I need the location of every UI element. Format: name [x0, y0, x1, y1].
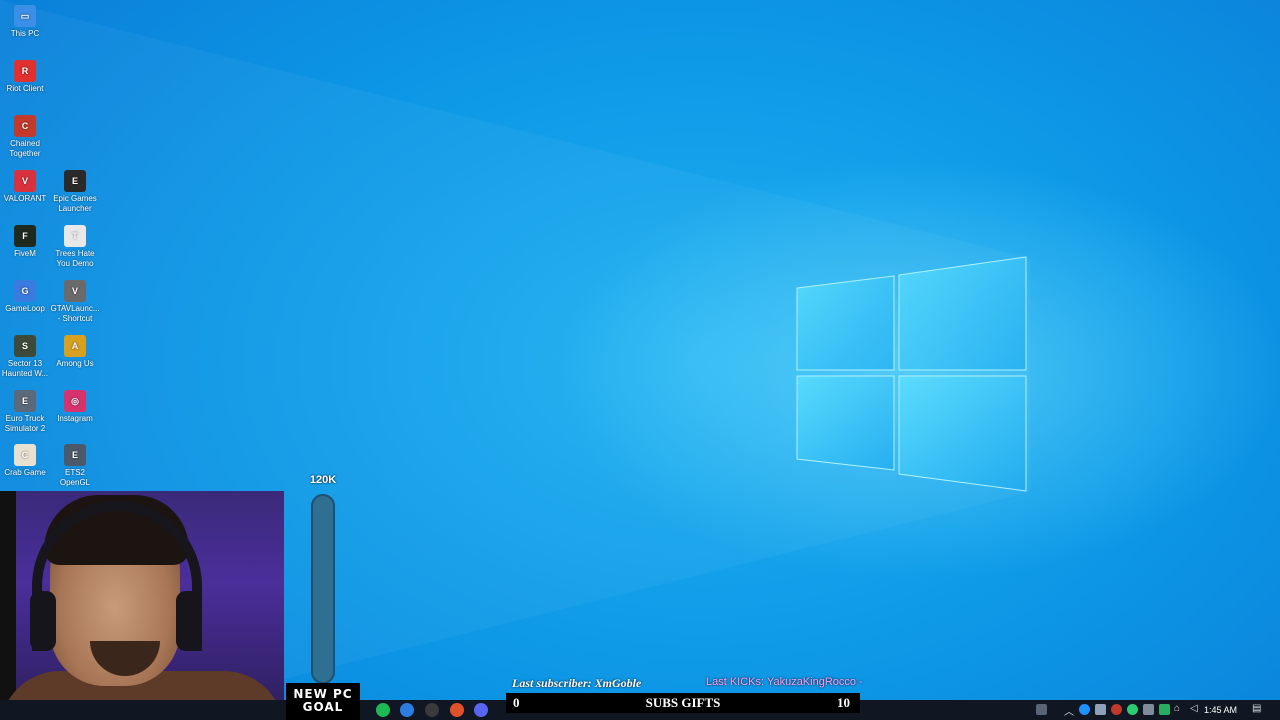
headphone-cup-left [30, 591, 56, 651]
obs-icon[interactable] [425, 703, 439, 717]
edge-tray-icon[interactable] [1079, 704, 1090, 715]
app-icon: G [14, 280, 36, 302]
brave-icon[interactable] [450, 703, 464, 717]
desktop-icon-crab-game[interactable]: C Crab Game [0, 444, 50, 478]
desktop-icon-gtavlaunc-shortcut[interactable]: V GTAVLaunc... - Shortcut [50, 280, 100, 324]
desktop-icon-label: This PC [10, 29, 40, 38]
app-icon: R [14, 60, 36, 82]
goal-amount: 120K [309, 474, 337, 486]
subs-gifts-bar: SUBS GIFTS 0 10 [506, 693, 860, 713]
desktop-icon-ets2-opengl[interactable]: E ETS2 OpenGL [50, 444, 100, 488]
app-icon: ◎ [64, 390, 86, 412]
desktop-icon-label: GTAVLaunc... - Shortcut [50, 304, 100, 323]
desktop-icon-label: Riot Client [6, 84, 44, 93]
app-icon: C [14, 115, 36, 137]
last-subscriber-text: Last subscriber: XmGoble [512, 676, 642, 690]
app-icon: C [14, 444, 36, 466]
tray-app-icon[interactable] [1095, 704, 1106, 715]
subs-gifts-target: 10 [837, 695, 850, 710]
store-icon[interactable] [400, 703, 414, 717]
desktop-icon-label: Crab Game [4, 468, 46, 477]
discord-icon[interactable] [474, 703, 488, 717]
desktop-icon-label: GameLoop [5, 304, 45, 313]
desktop-icon-label: Trees Hate You Demo [55, 249, 95, 268]
desktop-icon-label: Among Us [56, 359, 94, 368]
goal-progress-bar [311, 494, 335, 684]
app-icon: ▭ [14, 5, 36, 27]
desktop-icon-gameloop[interactable]: G GameLoop [0, 280, 50, 314]
desktop-icon-epic-games-launcher[interactable]: E Epic Games Launcher [50, 170, 100, 214]
app-icon: E [64, 170, 86, 192]
desktop-icon-valorant[interactable]: V VALORANT [0, 170, 50, 204]
app-icon: E [14, 390, 36, 412]
app-icon: A [64, 335, 86, 357]
keyboard-icon[interactable] [1036, 704, 1047, 715]
network-icon[interactable]: ⌂ [1174, 703, 1180, 714]
goal-label-line2: GOAL [302, 700, 344, 714]
subs-gifts-current: 0 [513, 695, 520, 710]
desktop-icon-label: Epic Games Launcher [53, 194, 97, 213]
app-icon: V [14, 170, 36, 192]
desktop-icon-label: Sector 13 Haunted W... [1, 359, 49, 378]
webcam-background [0, 491, 16, 720]
desktop-icon-riot-client[interactable]: R Riot Client [0, 60, 50, 94]
spotify-icon[interactable] [376, 703, 390, 717]
app-icon: E [64, 444, 86, 466]
subs-gifts-title: SUBS GIFTS [645, 695, 721, 710]
app-icon: T [64, 225, 86, 247]
app-icon: F [14, 225, 36, 247]
desktop-icon-label: Chained Together [9, 139, 41, 158]
taskbar-clock[interactable]: 1:45 AM [1204, 705, 1237, 715]
notification-icon[interactable]: ▤ [1252, 703, 1261, 714]
desktop-icon-trees-hate-you-demo[interactable]: T Trees Hate You Demo [50, 225, 100, 269]
desktop-icon-chained-together[interactable]: C Chained Together [0, 115, 50, 159]
headphone-cup-right [176, 591, 202, 651]
desktop-icon-label: FiveM [14, 249, 36, 258]
webcam-feed [0, 491, 284, 720]
desktop-icon-label: Euro Truck Simulator 2 [4, 414, 46, 433]
chevron-up-icon[interactable]: ︿ [1064, 703, 1074, 718]
desktop-icon-fivem[interactable]: F FiveM [0, 225, 50, 259]
desktop-icon-instagram[interactable]: ◎ Instagram [50, 390, 100, 424]
desktop-icon-this-pc[interactable]: ▭ This PC [0, 5, 50, 39]
desktop-icon-label: ETS2 OpenGL [59, 468, 91, 487]
status-tray-icon[interactable] [1127, 704, 1138, 715]
last-kicks-text: Last KICKs: YakuzaKingRocco - [706, 676, 863, 688]
desktop-icon-label: Instagram [57, 414, 93, 423]
desktop-icon-euro-truck-simulator-2[interactable]: E Euro Truck Simulator 2 [0, 390, 50, 434]
goal-label: NEW PC GOAL [286, 683, 360, 720]
desktop-icon-among-us[interactable]: A Among Us [50, 335, 100, 369]
desktop-icon-sector-13-haunted-w[interactable]: S Sector 13 Haunted W... [0, 335, 50, 379]
tray-generic-icon[interactable] [1143, 704, 1154, 715]
desktop-icon-label: VALORANT [3, 194, 47, 203]
riot-tray-icon[interactable] [1111, 704, 1122, 715]
app-icon: S [14, 335, 36, 357]
app-icon: V [64, 280, 86, 302]
nvidia-tray-icon[interactable] [1159, 704, 1170, 715]
volume-icon[interactable]: ◁ [1190, 703, 1198, 714]
